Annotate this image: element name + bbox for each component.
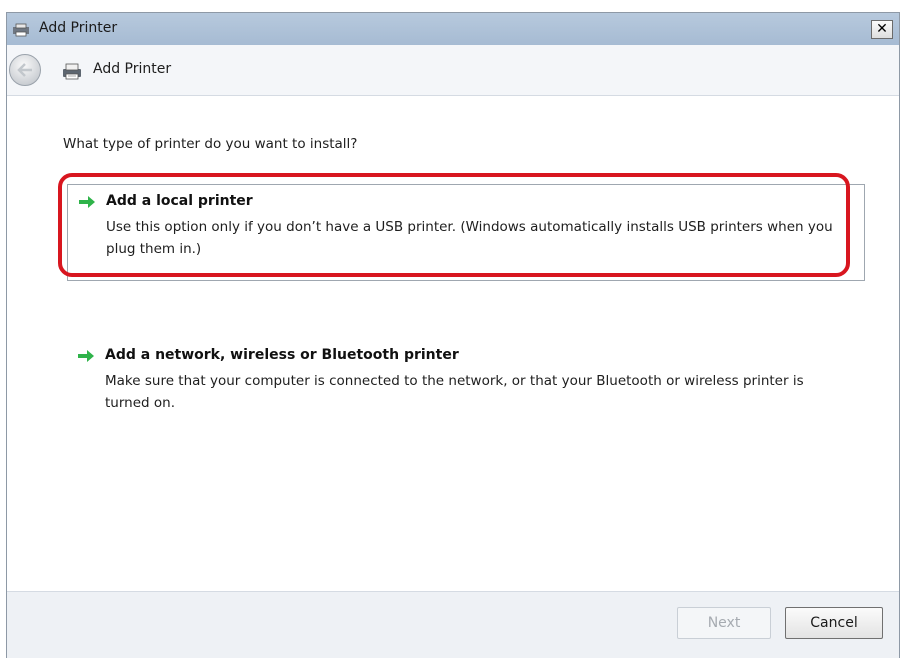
- back-arrow-icon: [17, 63, 32, 77]
- option-description: Use this option only if you don’t have a…: [106, 219, 833, 257]
- option-description: Make sure that your computer is connecte…: [105, 373, 804, 411]
- navigation-bar: Add Printer: [7, 45, 899, 96]
- window-title: Add Printer: [39, 20, 118, 36]
- button-bar: Next Cancel: [7, 591, 899, 658]
- next-button[interactable]: Next: [677, 607, 771, 639]
- close-button[interactable]: ✕: [871, 20, 893, 39]
- content-area: What type of printer do you want to inst…: [7, 96, 899, 591]
- option-add-network-printer[interactable]: Add a network, wireless or Bluetooth pri…: [67, 339, 865, 419]
- printer-icon: [11, 21, 33, 37]
- add-printer-window: Add Printer ✕ Add Printer What type of p…: [6, 12, 900, 658]
- printer-icon: [61, 61, 83, 81]
- close-icon: ✕: [876, 21, 888, 37]
- back-button[interactable]: [9, 54, 41, 86]
- green-arrow-icon: [78, 350, 94, 362]
- title-bar: Add Printer ✕: [7, 13, 899, 45]
- nav-title: Add Printer: [93, 61, 172, 77]
- cancel-button[interactable]: Cancel: [785, 607, 883, 639]
- question-text: What type of printer do you want to inst…: [63, 136, 358, 152]
- option-add-local-printer[interactable]: Add a local printer Use this option only…: [67, 184, 865, 281]
- option-title: Add a local printer: [106, 193, 253, 209]
- green-arrow-icon: [79, 196, 95, 208]
- option-title: Add a network, wireless or Bluetooth pri…: [105, 347, 459, 363]
